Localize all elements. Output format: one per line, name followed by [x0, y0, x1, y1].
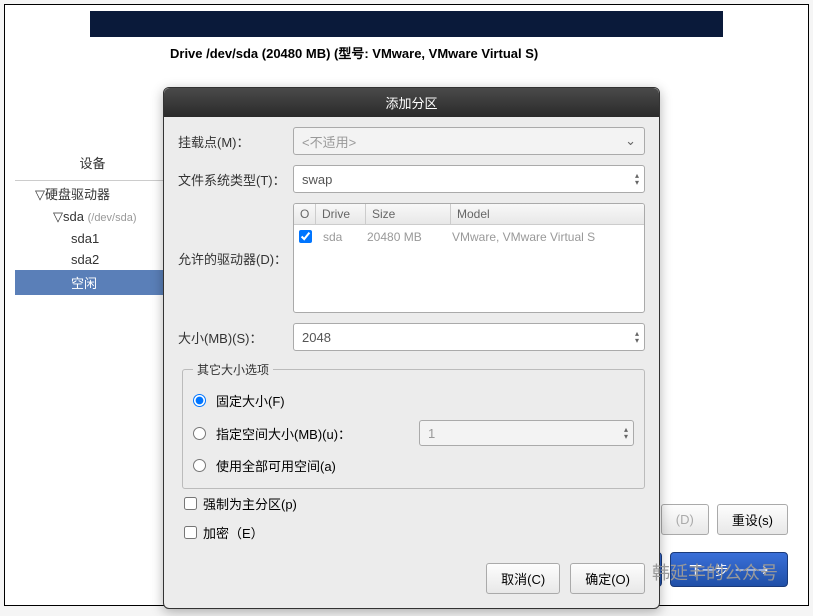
- encrypt-row[interactable]: 加密（E）: [178, 518, 645, 547]
- tree-sda2[interactable]: sda2: [15, 249, 170, 270]
- primary-label: 强制为主分区(p): [203, 494, 297, 513]
- next-label: 下一步: [689, 560, 728, 579]
- radio-fixed[interactable]: [193, 394, 206, 407]
- upto-value: 1: [428, 426, 435, 441]
- cancel-button[interactable]: 取消(C): [486, 563, 560, 594]
- radio-fixed-label: 固定大小(F): [216, 391, 285, 410]
- dialog-footer: 取消(C) 确定(O): [164, 557, 659, 608]
- drive-size: 20480 MB: [361, 227, 446, 247]
- radio-upto[interactable]: [193, 427, 206, 440]
- radio-upto-row[interactable]: 指定空间大小(MB)(u)： 1 ▴▾: [193, 415, 634, 451]
- encrypt-checkbox[interactable]: [184, 526, 197, 539]
- allowed-drives-list[interactable]: O Drive Size Model sda 20480 MB VMware, …: [293, 203, 645, 313]
- primary-row[interactable]: 强制为主分区(p): [178, 489, 645, 518]
- next-button[interactable]: 下一步 🡒: [670, 552, 788, 587]
- main-window: Drive /dev/sda (20480 MB) (型号: VMware, V…: [4, 4, 809, 606]
- arrow-right-icon: 🡒: [734, 562, 769, 578]
- drives-label: 允许的驱动器(D)：: [178, 249, 293, 268]
- col-drive: Drive: [316, 204, 366, 224]
- col-check: O: [294, 204, 316, 224]
- tree-root[interactable]: ▽硬盘驱动器: [15, 181, 170, 206]
- size-input[interactable]: 2048 ▴▾: [293, 323, 645, 351]
- drive-checkbox[interactable]: [299, 230, 312, 243]
- reset-button[interactable]: 重设(s): [717, 504, 788, 535]
- primary-checkbox[interactable]: [184, 497, 197, 510]
- mount-point-select[interactable]: <不适用> ⌄: [293, 127, 645, 155]
- encrypt-label: 加密（E）: [203, 523, 264, 542]
- size-value: 2048: [302, 330, 331, 345]
- add-partition-dialog: 添加分区 挂载点(M)： <不适用> ⌄ 文件系统类型(T)： swap ▴▾ …: [163, 87, 660, 609]
- partition-buttons: (D) 重设(s): [661, 504, 788, 535]
- upto-spinner: ▴▾: [621, 426, 631, 440]
- radio-fixed-row[interactable]: 固定大小(F): [193, 386, 634, 415]
- tree-disk-label: sda: [63, 209, 84, 224]
- dialog-body: 挂载点(M)： <不适用> ⌄ 文件系统类型(T)： swap ▴▾ 允许的驱动…: [164, 117, 659, 557]
- tree-root-label: 硬盘驱动器: [45, 187, 110, 202]
- tree-disk-path: (/dev/sda): [88, 212, 137, 224]
- radio-all-row[interactable]: 使用全部可用空间(a): [193, 451, 634, 480]
- size-options-fieldset: 其它大小选项 固定大小(F) 指定空间大小(MB)(u)： 1 ▴▾ 使用全部可…: [182, 361, 645, 489]
- radio-all[interactable]: [193, 459, 206, 472]
- drive-row[interactable]: sda 20480 MB VMware, VMware Virtual S: [294, 225, 644, 249]
- col-size: Size: [366, 204, 451, 224]
- ok-button[interactable]: 确定(O): [570, 563, 645, 594]
- size-label: 大小(MB)(S)：: [178, 328, 293, 347]
- delete-button: (D): [661, 504, 709, 535]
- fstype-spinner[interactable]: ▴▾: [632, 172, 642, 186]
- top-banner: [90, 11, 723, 37]
- fstype-select[interactable]: swap ▴▾: [293, 165, 645, 193]
- drive-model: VMware, VMware Virtual S: [446, 227, 601, 247]
- radio-upto-label: 指定空间大小(MB)(u)：: [216, 424, 351, 443]
- drive-name: sda: [317, 227, 361, 247]
- upto-input: 1 ▴▾: [419, 420, 634, 446]
- tree-header: 设备: [15, 145, 170, 181]
- mount-point-value: <不适用>: [302, 132, 356, 151]
- device-tree: 设备 ▽硬盘驱动器 ▽sda (/dev/sda) sda1 sda2 空闲: [15, 145, 170, 295]
- mount-point-label: 挂载点(M)：: [178, 132, 293, 151]
- size-options-legend: 其它大小选项: [193, 361, 273, 378]
- fstype-label: 文件系统类型(T)：: [178, 170, 293, 189]
- fstype-value: swap: [302, 172, 332, 187]
- size-spinner[interactable]: ▴▾: [632, 330, 642, 344]
- col-model: Model: [451, 204, 644, 224]
- drive-summary: Drive /dev/sda (20480 MB) (型号: VMware, V…: [170, 43, 808, 62]
- drives-header: O Drive Size Model: [294, 204, 644, 225]
- tree-disk[interactable]: ▽sda (/dev/sda): [15, 206, 170, 228]
- radio-all-label: 使用全部可用空间(a): [216, 456, 336, 475]
- chevron-down-icon: ⌄: [625, 133, 636, 149]
- dialog-title: 添加分区: [164, 88, 659, 117]
- tree-sda1[interactable]: sda1: [15, 228, 170, 249]
